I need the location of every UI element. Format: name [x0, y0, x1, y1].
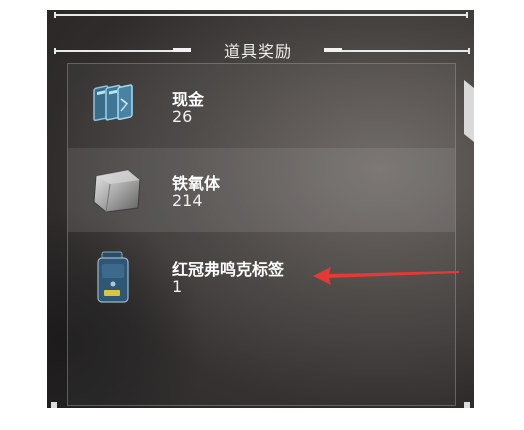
reward-list: 现金 26 铁氧体 214 红冠弗鸣克标签 1 — [67, 63, 456, 406]
reward-panel: 道具奖励 现金 26 铁氧体 214 红冠弗鸣克标签 1 — [47, 10, 474, 408]
panel-corner-bottom-left — [51, 402, 57, 408]
item-quantity: 214 — [172, 191, 203, 210]
section-header: 道具奖励 — [54, 36, 470, 61]
tag-device-icon — [97, 251, 129, 303]
panel-corner-bottom-right — [464, 402, 470, 408]
header-divider-right — [324, 48, 470, 54]
panel-top-border — [54, 12, 468, 18]
reward-item-ferrite[interactable]: 铁氧体 214 — [68, 148, 455, 232]
reward-item-cash[interactable]: 现金 26 — [68, 64, 455, 148]
item-quantity: 1 — [172, 277, 183, 296]
annotation-arrow — [313, 267, 459, 285]
header-divider-left — [54, 48, 191, 54]
cash-cards-icon — [93, 84, 133, 122]
item-quantity: 26 — [172, 107, 193, 126]
ferrite-ore-icon — [93, 169, 141, 213]
item-name: 红冠弗鸣克标签 — [172, 260, 285, 279]
panel-side-tab — [464, 80, 474, 142]
section-title: 道具奖励 — [224, 42, 293, 61]
